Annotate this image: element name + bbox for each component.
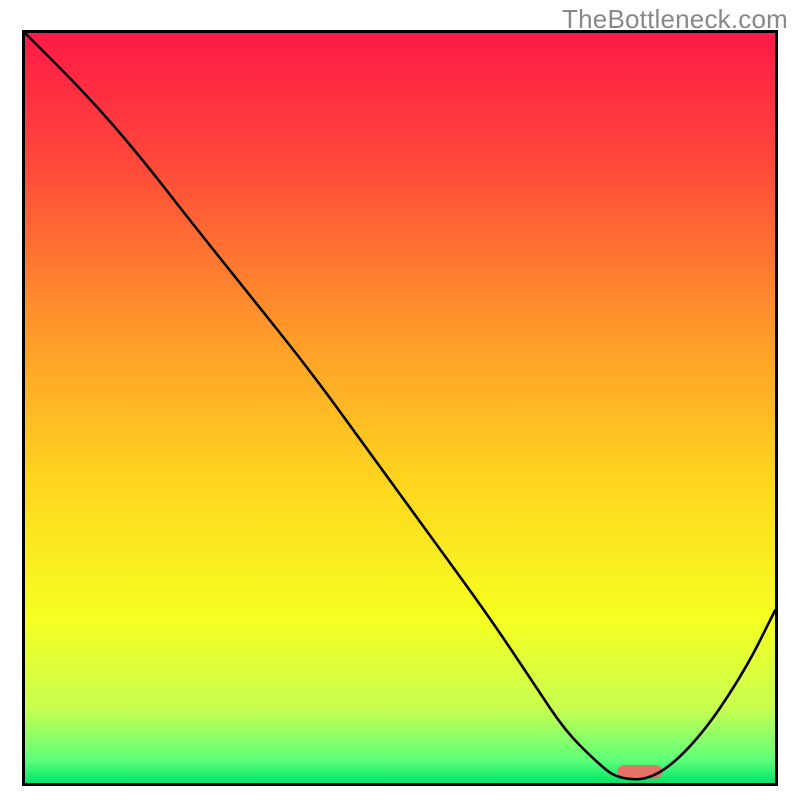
- chart-container: TheBottleneck.com: [0, 0, 800, 800]
- watermark-text: TheBottleneck.com: [562, 4, 788, 35]
- chart-svg: [25, 33, 775, 783]
- gradient-background: [25, 33, 775, 783]
- annotations-layer: [618, 765, 663, 779]
- ideal-marker: [618, 765, 663, 779]
- plot-area: [22, 30, 778, 786]
